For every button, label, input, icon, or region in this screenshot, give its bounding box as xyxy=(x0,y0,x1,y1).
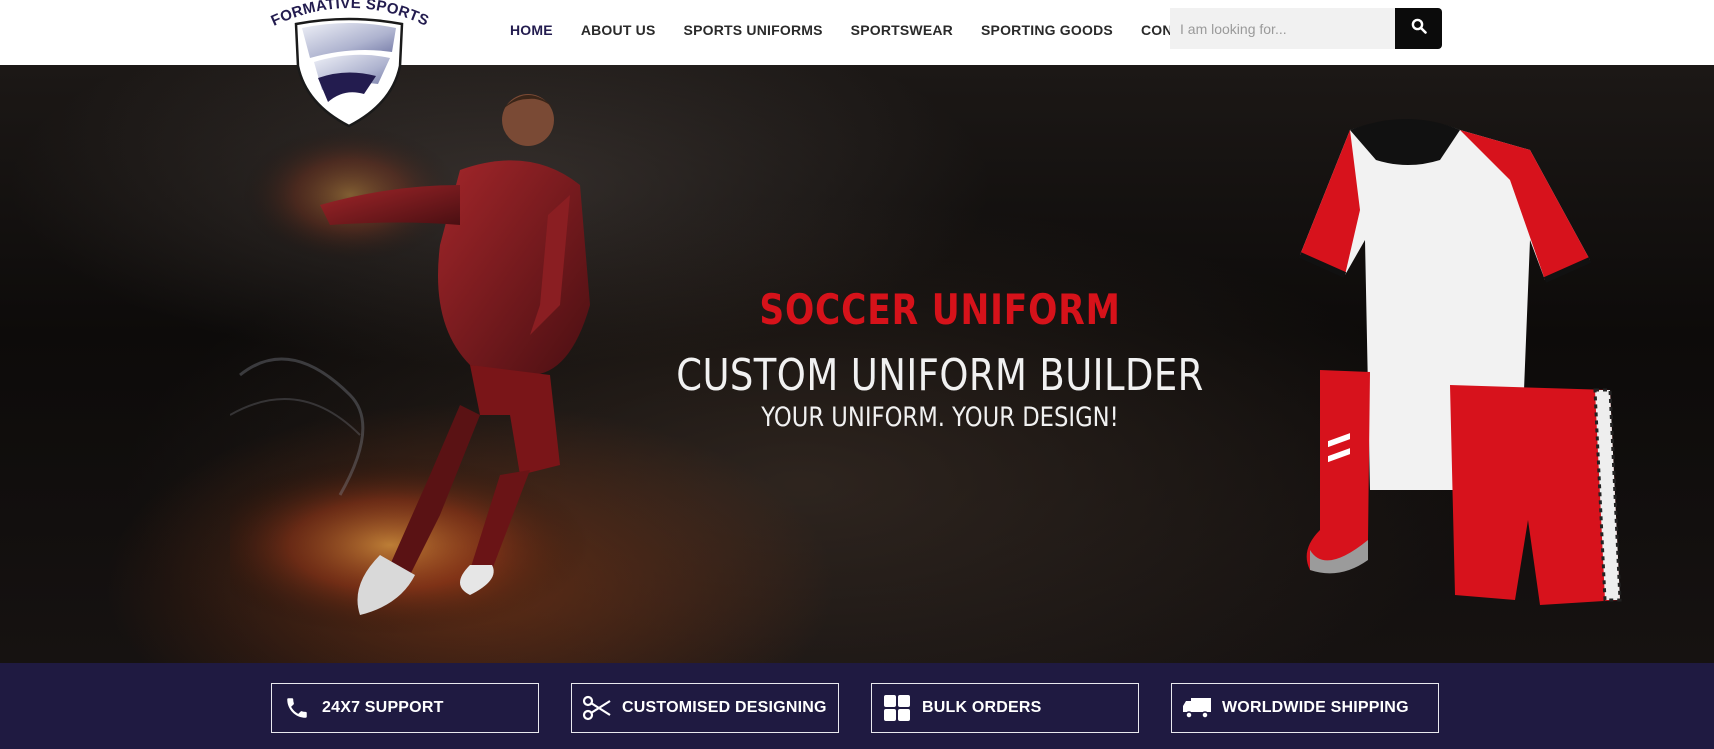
search-input[interactable] xyxy=(1170,8,1395,49)
search-icon xyxy=(1411,18,1427,39)
hero-banner[interactable]: SOCCER UNIFORM CUSTOM UNIFORM BUILDER YO… xyxy=(0,65,1714,663)
search-form xyxy=(1170,8,1442,49)
site-header: HOME ABOUT US SPORTS UNIFORMS SPORTSWEAR… xyxy=(0,0,1714,65)
nav-item-home[interactable]: HOME xyxy=(510,22,553,38)
truck-icon xyxy=(1182,693,1212,723)
features-bar: 24X7 SUPPORT CUSTOMISED DESIGNING BULK O… xyxy=(0,663,1714,749)
main-nav: HOME ABOUT US SPORTS UNIFORMS SPORTSWEAR… xyxy=(510,0,1238,60)
nav-item-about-us[interactable]: ABOUT US xyxy=(581,22,656,38)
feature-customised-designing[interactable]: CUSTOMISED DESIGNING xyxy=(571,683,839,733)
grid-icon xyxy=(882,693,912,723)
feature-bulk-orders[interactable]: BULK ORDERS xyxy=(871,683,1139,733)
feature-label: WORLDWIDE SHIPPING xyxy=(1222,699,1409,716)
soccer-kit-image xyxy=(1298,119,1622,605)
hero-title: SOCCER UNIFORM xyxy=(759,285,1121,334)
search-button[interactable] xyxy=(1395,8,1442,49)
feature-worldwide-shipping[interactable]: WORLDWIDE SHIPPING xyxy=(1171,683,1439,733)
nav-item-sportswear[interactable]: SPORTSWEAR xyxy=(851,22,953,38)
phone-icon xyxy=(282,693,312,723)
feature-label: 24X7 SUPPORT xyxy=(322,699,444,716)
nav-item-sports-uniforms[interactable]: SPORTS UNIFORMS xyxy=(684,22,823,38)
shield-icon xyxy=(294,17,404,128)
feature-label: BULK ORDERS xyxy=(922,699,1042,716)
soccer-player-image xyxy=(230,94,590,635)
feature-label: CUSTOMISED DESIGNING xyxy=(622,699,827,716)
nav-item-sporting-goods[interactable]: SPORTING GOODS xyxy=(981,22,1113,38)
site-logo[interactable]: FORMATIVE SPORTS xyxy=(270,0,430,130)
hero-subtitle: CUSTOM UNIFORM BUILDER xyxy=(676,350,1204,401)
scissors-icon xyxy=(582,693,612,723)
feature-24x7-support[interactable]: 24X7 SUPPORT xyxy=(271,683,539,733)
hero-tagline: YOUR UNIFORM. YOUR DESIGN! xyxy=(761,402,1119,433)
